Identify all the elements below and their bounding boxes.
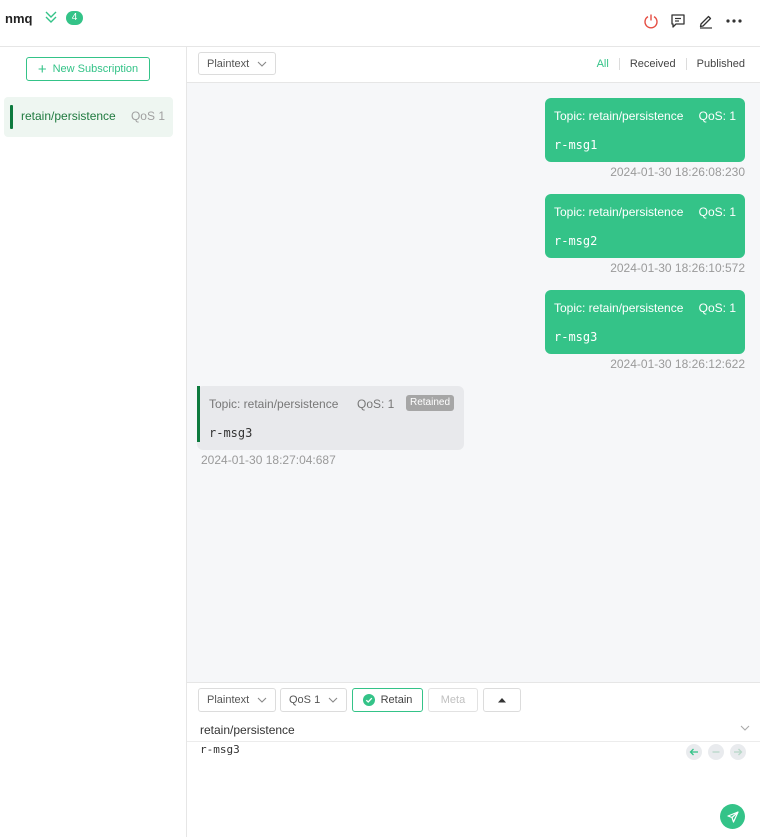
payload-format-select[interactable]: Plaintext	[198, 52, 277, 75]
plus-icon: +	[37, 60, 47, 78]
edit-icon[interactable]	[697, 12, 715, 30]
send-icon	[726, 810, 739, 823]
meta-button[interactable]: Meta	[428, 688, 478, 712]
tab-separator	[618, 58, 620, 70]
send-button[interactable]	[720, 804, 745, 829]
tab-received[interactable]: Received	[630, 58, 676, 70]
message-time: 2024-01-30 18:26:10:572	[610, 261, 745, 275]
subscription-item[interactable]: retain/persistence QoS 1	[4, 97, 173, 137]
publish-panel: Plaintext QoS 1 Retain Meta r-msg3	[187, 682, 760, 837]
publish-payload-editor[interactable]: r-msg3	[200, 743, 670, 823]
message-time: 2024-01-30 18:26:12:622	[610, 357, 745, 371]
history-forward-button[interactable]	[730, 744, 746, 760]
connection-name: nmq	[5, 11, 33, 26]
new-subscription-label: New Subscription	[52, 63, 139, 75]
messages-toolbar: Plaintext All Received Published	[187, 47, 760, 83]
arrow-right-icon	[734, 748, 743, 756]
payload-format-value: Plaintext	[207, 57, 250, 70]
history-clear-button[interactable]	[708, 744, 724, 760]
disconnect-icon[interactable]	[642, 12, 660, 30]
tab-published[interactable]: Published	[697, 58, 745, 70]
message-topic: Topic: retain/persistence	[554, 109, 684, 123]
retain-toggle[interactable]: Retain	[352, 688, 423, 712]
message-topic: Topic: retain/persistence	[554, 205, 684, 219]
message-count-badge: 4	[66, 11, 83, 25]
arrow-left-icon	[689, 748, 698, 756]
publish-format-value: Plaintext	[207, 694, 250, 706]
subscription-topic: retain/persistence	[21, 109, 116, 123]
divider	[187, 741, 760, 742]
chevron-down-icon	[257, 61, 267, 67]
chevron-double-down-icon[interactable]	[44, 10, 58, 24]
message-payload: r-msg3	[209, 426, 253, 440]
subscriptions-sidebar: + New Subscription retain/persistence Qo…	[0, 47, 187, 837]
message-time: 2024-01-30 18:26:08:230	[610, 165, 745, 179]
published-message[interactable]: Topic: retain/persistence QoS: 1 r-msg1	[545, 98, 745, 162]
message-qos: QoS: 1	[698, 301, 736, 315]
message-qos: QoS: 1	[698, 205, 736, 219]
new-subscription-button[interactable]: + New Subscription	[26, 57, 150, 81]
subscription-color-bar	[197, 386, 200, 442]
chevron-down-icon[interactable]	[740, 725, 750, 731]
retain-label: Retain	[380, 694, 413, 706]
message-qos: QoS: 1	[698, 109, 736, 123]
publish-qos-select[interactable]: QoS 1	[280, 688, 348, 712]
caret-up-icon	[498, 698, 506, 703]
received-message[interactable]: Topic: retain/persistence QoS: 1 Retaine…	[197, 386, 464, 450]
tab-all[interactable]: All	[597, 58, 609, 70]
publish-format-select[interactable]: Plaintext	[198, 688, 277, 712]
more-icon[interactable]	[725, 12, 743, 30]
tab-separator	[685, 58, 687, 70]
message-topic: Topic: retain/persistence	[209, 397, 339, 411]
message-icon[interactable]	[669, 12, 687, 30]
message-payload: r-msg2	[554, 234, 598, 248]
message-qos: QoS: 1	[357, 397, 395, 411]
publish-topic-input[interactable]	[200, 721, 740, 739]
retained-badge: Retained	[406, 395, 455, 411]
chevron-down-icon	[328, 697, 338, 703]
history-back-button[interactable]	[686, 744, 702, 760]
message-topic: Topic: retain/persistence	[554, 301, 684, 315]
published-message[interactable]: Topic: retain/persistence QoS: 1 r-msg2	[545, 194, 745, 258]
chevron-down-icon	[257, 697, 267, 703]
publish-qos-value: QoS 1	[289, 694, 321, 706]
message-payload: r-msg3	[554, 330, 598, 344]
check-circle-icon	[362, 694, 375, 706]
subscription-qos: QoS 1	[130, 109, 165, 123]
expand-up-button[interactable]	[483, 688, 521, 712]
connection-header: nmq 4	[0, 0, 760, 47]
message-time: 2024-01-30 18:27:04:687	[201, 453, 336, 467]
meta-label: Meta	[440, 694, 466, 706]
subscription-color-bar	[10, 105, 13, 129]
message-payload: r-msg1	[554, 138, 598, 152]
published-message[interactable]: Topic: retain/persistence QoS: 1 r-msg3	[545, 290, 745, 354]
message-filter-tabs: All Received Published	[597, 58, 745, 70]
minus-icon	[712, 751, 720, 753]
messages-list[interactable]: Topic: retain/persistence QoS: 1 r-msg1 …	[187, 83, 760, 682]
